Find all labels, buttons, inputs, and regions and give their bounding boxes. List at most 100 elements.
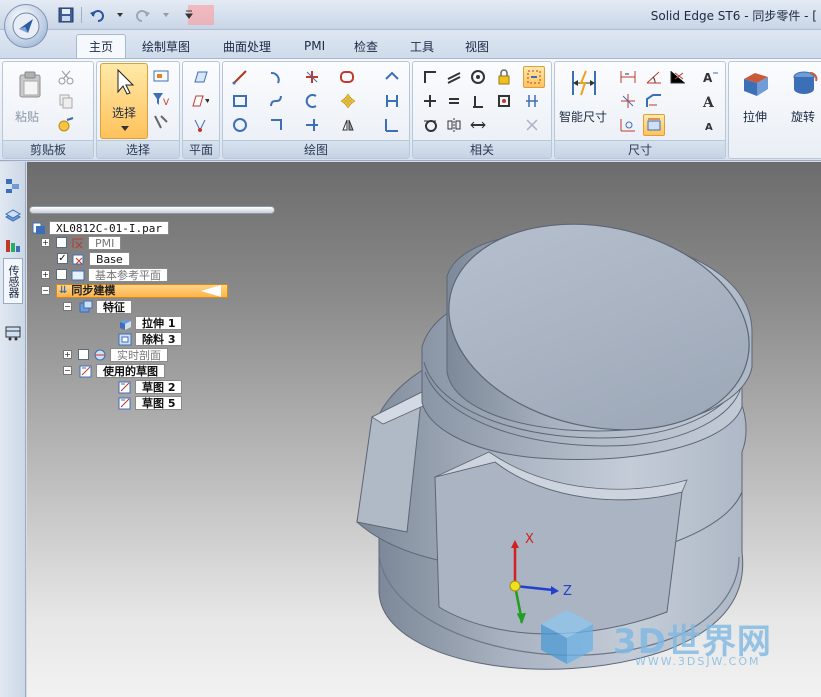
copy-icon[interactable] <box>57 92 75 110</box>
symmetric-relation-icon[interactable] <box>445 116 463 134</box>
tab-home[interactable]: 主页 <box>76 34 127 58</box>
expand-toggle[interactable]: + <box>41 238 50 247</box>
font-bold-icon[interactable]: A <box>701 92 719 110</box>
format-painter-icon[interactable] <box>57 116 75 134</box>
connect-relation-icon[interactable] <box>421 68 439 86</box>
move-tool-icon[interactable] <box>339 92 357 110</box>
undo-icon[interactable] <box>87 5 107 25</box>
graphics-viewport[interactable]: X Z Y 3D世界网 WWW.3DSJW.COM XL0812C-01-I.p… <box>27 162 821 697</box>
extend-tool-icon[interactable] <box>303 116 321 134</box>
undo-dropdown-icon[interactable] <box>110 5 130 25</box>
lock-relation-icon[interactable] <box>495 68 513 86</box>
save-icon[interactable] <box>56 5 76 25</box>
tree-node-features[interactable]: − 特征 <box>63 299 132 314</box>
chamfer-dimension-icon[interactable] <box>645 92 663 110</box>
tree-node-pmi[interactable]: + PMI <box>41 235 122 250</box>
application-button[interactable] <box>4 4 48 48</box>
cut-icon[interactable] <box>57 68 75 86</box>
redo-dropdown-icon[interactable] <box>156 5 176 25</box>
visibility-checkbox-checked[interactable]: ✓ <box>57 253 68 264</box>
tree-node-sketch-2[interactable]: 草图 2 <box>117 379 183 394</box>
project-tool-icon[interactable] <box>383 68 401 86</box>
tree-node-sketch-5[interactable]: 草图 5 <box>117 395 183 410</box>
maintain-relations-icon[interactable] <box>523 92 541 110</box>
tree-node-base-planes[interactable]: + 基本参考平面 <box>41 267 168 282</box>
construction-tool-icon[interactable] <box>383 116 401 134</box>
tree-node-cutout-3[interactable]: 除料 3 <box>117 331 183 346</box>
curve-tool-icon[interactable] <box>267 92 285 110</box>
pathfinder-resize-handle[interactable] <box>29 206 275 214</box>
collapse-toggle[interactable]: − <box>63 366 72 375</box>
tab-pmi[interactable]: PMI <box>292 34 337 58</box>
equal-relation-icon[interactable] <box>445 92 463 110</box>
selection-filter-icon[interactable]: V <box>152 90 170 108</box>
extrude-icon[interactable] <box>741 68 771 98</box>
tree-node-base[interactable]: ✓ Base <box>57 251 130 266</box>
distance-between-icon[interactable] <box>619 68 637 86</box>
redo-icon[interactable] <box>133 5 153 25</box>
tab-view[interactable]: 视图 <box>453 34 501 58</box>
corner-tool-icon[interactable] <box>267 116 285 134</box>
tangent-relation-icon[interactable] <box>421 116 439 134</box>
tab-surfacing[interactable]: 曲面处理 <box>211 34 283 58</box>
pathfinder-tab-icon[interactable] <box>3 176 23 196</box>
tab-sketch[interactable]: 绘制草图 <box>130 34 202 58</box>
relation-assistant-icon[interactable] <box>523 116 541 134</box>
line-tool-icon[interactable] <box>231 68 249 86</box>
angle-between-icon[interactable] <box>645 68 663 86</box>
collinear-relation-icon[interactable] <box>469 116 487 134</box>
select-tools-icon[interactable] <box>152 113 170 131</box>
select-tool-button[interactable]: 选择 <box>100 63 148 139</box>
tab-inspect[interactable]: 检查 <box>342 34 390 58</box>
revolve-icon[interactable] <box>789 68 819 98</box>
perpendicular-relation-icon[interactable] <box>469 92 487 110</box>
tree-node-synchronous[interactable]: − ⇊ 同步建模 <box>41 283 228 298</box>
select-window-icon[interactable] <box>152 67 170 85</box>
symmetric-diameter-icon[interactable] <box>619 92 637 110</box>
collapse-toggle[interactable]: − <box>41 286 50 295</box>
tree-root[interactable]: XL0812C-01-I.par <box>31 220 169 235</box>
tree-node-used-sketches[interactable]: − 使用的草图 <box>63 363 165 378</box>
coordinate-dimension-icon[interactable] <box>669 68 687 86</box>
plane-axis-icon[interactable] <box>191 116 209 134</box>
expand-toggle[interactable]: + <box>63 350 72 359</box>
concentric-relation-icon[interactable] <box>469 68 487 86</box>
customize-qat-icon[interactable] <box>179 5 199 25</box>
rigid-set-icon[interactable] <box>495 92 513 110</box>
smart-dimension-icon[interactable] <box>569 68 599 98</box>
expand-toggle[interactable]: + <box>41 270 50 279</box>
coincident-plane-icon[interactable] <box>191 68 209 86</box>
visibility-checkbox[interactable] <box>78 349 89 360</box>
collapse-toggle[interactable]: − <box>63 302 72 311</box>
tree-node-extrude-1[interactable]: 拉伸 1 <box>117 315 183 330</box>
tree-label-base-planes: 基本参考平面 <box>88 267 168 282</box>
dimension-style-icon[interactable] <box>643 114 665 136</box>
quick-access-toolbar <box>56 4 199 26</box>
include-tool-icon[interactable] <box>383 92 401 110</box>
tab-tools[interactable]: 工具 <box>398 34 446 58</box>
relation-handles-icon[interactable] <box>523 66 545 88</box>
tree-label-used-sketches: 使用的草图 <box>96 363 165 378</box>
sensors-tab-icon[interactable] <box>3 236 23 256</box>
visibility-checkbox[interactable] <box>56 237 67 248</box>
font-size-increase-icon[interactable]: A <box>701 68 719 86</box>
plane-options-icon[interactable] <box>191 92 209 110</box>
synchronous-icon: ⇊ <box>59 285 68 296</box>
circle-tool-icon[interactable] <box>231 116 249 134</box>
offset-tool-icon[interactable] <box>303 92 321 110</box>
rectangle-tool-icon[interactable] <box>231 92 249 110</box>
arc-tool-icon[interactable] <box>267 68 285 86</box>
mirror-tool-icon[interactable] <box>339 116 357 134</box>
trim-tool-icon[interactable] <box>303 68 321 86</box>
angular-coordinate-icon[interactable] <box>619 116 637 134</box>
sensors-tab-label[interactable]: 传感器 <box>3 258 23 304</box>
fillet-tool-icon[interactable] <box>339 68 357 86</box>
tree-node-live-section[interactable]: + 实时剖面 <box>63 347 168 362</box>
parallel-relation-icon[interactable] <box>445 68 463 86</box>
visibility-checkbox[interactable] <box>56 269 67 280</box>
paste-icon[interactable] <box>15 70 45 100</box>
font-size-decrease-icon[interactable]: A <box>701 116 719 134</box>
horizontal-vertical-relation-icon[interactable] <box>421 92 439 110</box>
family-of-parts-tab-icon[interactable] <box>3 322 23 342</box>
layers-tab-icon[interactable] <box>3 206 23 226</box>
